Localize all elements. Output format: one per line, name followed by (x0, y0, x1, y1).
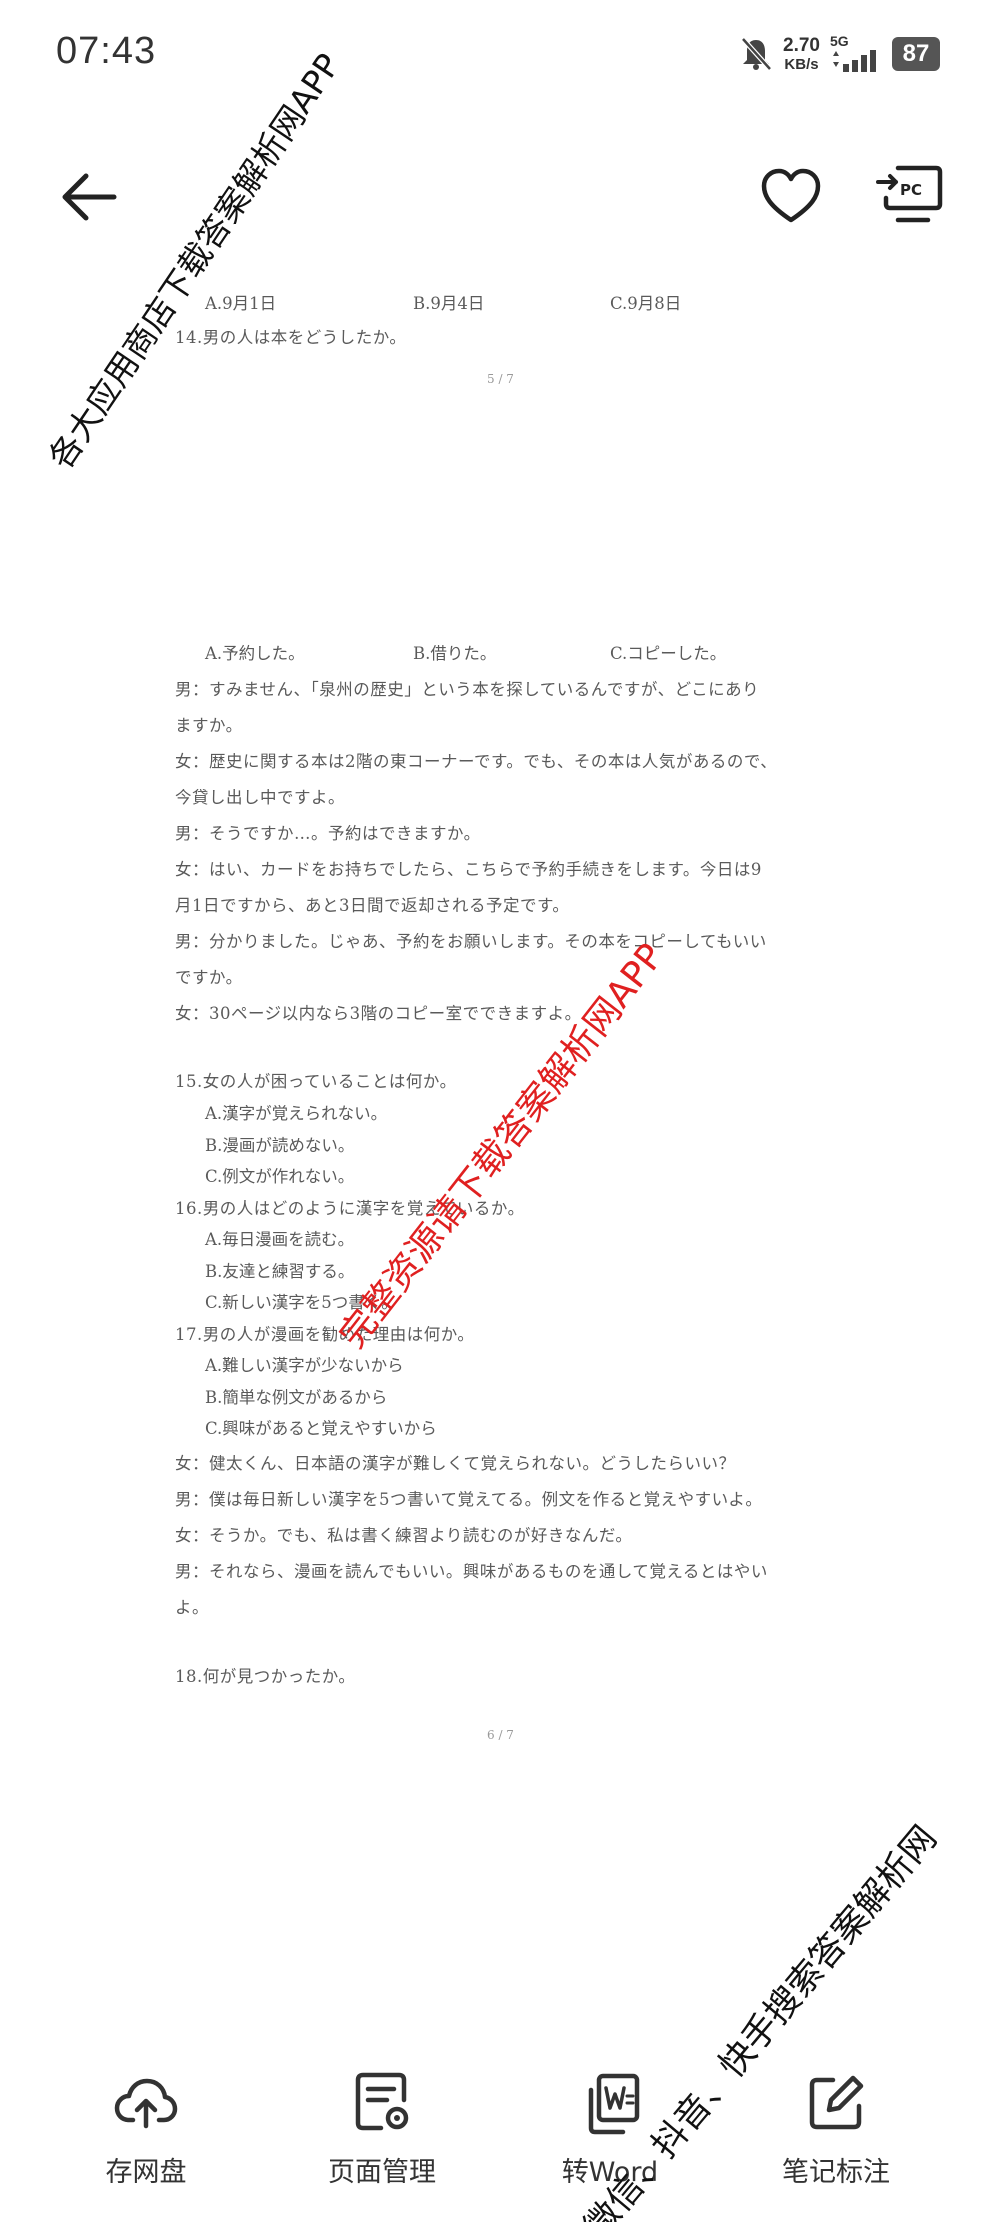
page-settings-icon (355, 2072, 409, 2131)
q14-option-a: A.予約した。 (205, 644, 305, 663)
q15-option-b: B.漫画が読めない。 (205, 1136, 355, 1155)
dialogue1-line: 男：すみません、「泉州の歴史」という本を探しているんですが、どこにあり (175, 680, 760, 699)
dialogue2-line: 男：僕は毎日新しい漢字を5つ書いて覚えてる。例文を作ると覚えやすいよ。 (175, 1490, 763, 1509)
dialogue1-line: 男：そうですか…。予約はできますか。 (175, 824, 481, 843)
page-manage-button[interactable]: 页面管理 (292, 2070, 472, 2210)
q14-option-c: C.コピーした。 (610, 644, 727, 663)
q17-option-b: B.簡単な例文があるから (205, 1388, 388, 1407)
toolbar-label: 笔记标注 (782, 2157, 890, 2188)
q17-option-c: C.興味があると覚えやすいから (205, 1419, 437, 1438)
q15-option-c: C.例文が作れない。 (205, 1167, 355, 1186)
dialogue1-line: 女：はい、カードをお持ちでしたら、こちらで予約手続きをします。今日は9 (175, 860, 762, 879)
q13-option-c: C.9月8日 (610, 294, 682, 313)
dialogue1-line: 今貸し出し中ですよ。 (175, 788, 345, 807)
cloud-upload-icon (114, 2078, 178, 2129)
dialogue1-line: ですか。 (175, 968, 243, 987)
bottom-toolbar: 存网盘 页面管理 转Word 笔记标注 (0, 2060, 1000, 2222)
dialogue2-line: よ。 (175, 1598, 209, 1617)
dialogue1-line: 男：分かりました。じゃあ、予約をお願いします。その本をコピーしてもいい (175, 932, 767, 951)
dialogue1-line: 月1日ですから、あと3日間で返却される予定です。 (175, 896, 570, 915)
note-annotate-button[interactable]: 笔记标注 (746, 2070, 926, 2210)
page-number-6: 6 / 7 (487, 1728, 514, 1742)
word-convert-icon (588, 2073, 640, 2135)
dialogue2-line: 女：そうか。でも、私は書く練習より読むのが好きなんだ。 (175, 1526, 633, 1545)
q16-option-b: B.友達と練習する。 (205, 1262, 355, 1281)
save-to-cloud-button[interactable]: 存网盘 (56, 2070, 236, 2210)
edit-note-icon (809, 2075, 864, 2130)
toolbar-label: 存网盘 (105, 2157, 187, 2188)
question-15: 15.女の人が困っていることは何か。 (175, 1072, 457, 1091)
q16-option-a: A.毎日漫画を読む。 (205, 1230, 355, 1249)
q17-option-a: A.難しい漢字が少ないから (205, 1356, 404, 1375)
dialogue2-line: 男：それなら、漫画を読んでもいい。興味があるものを通して覚えるとはやい (175, 1562, 768, 1581)
question-14: 14.男の人は本をどうしたか。 (175, 328, 407, 347)
dialogue1-line: 女：30ページ以内なら3階のコピー室でできますよ。 (175, 1004, 582, 1023)
toolbar-label: 页面管理 (328, 2157, 436, 2188)
dialogue2-line: 女：健太くん、日本語の漢字が難しくて覚えられない。どうしたらいい？ (175, 1454, 736, 1473)
question-18: 18.何が見つかったか。 (175, 1667, 356, 1686)
q13-option-a: A.9月1日 (205, 294, 277, 313)
q13-option-b: B.9月4日 (413, 294, 485, 313)
page-number-5: 5 / 7 (487, 372, 514, 386)
dialogue1-line: 女：歴史に関する本は2階の東コーナーです。でも、その本は人気があるので、 (175, 752, 778, 771)
dialogue1-line: ますか。 (175, 716, 243, 735)
q15-option-a: A.漢字が覚えられない。 (205, 1104, 388, 1123)
q14-option-b: B.借りた。 (413, 644, 497, 663)
